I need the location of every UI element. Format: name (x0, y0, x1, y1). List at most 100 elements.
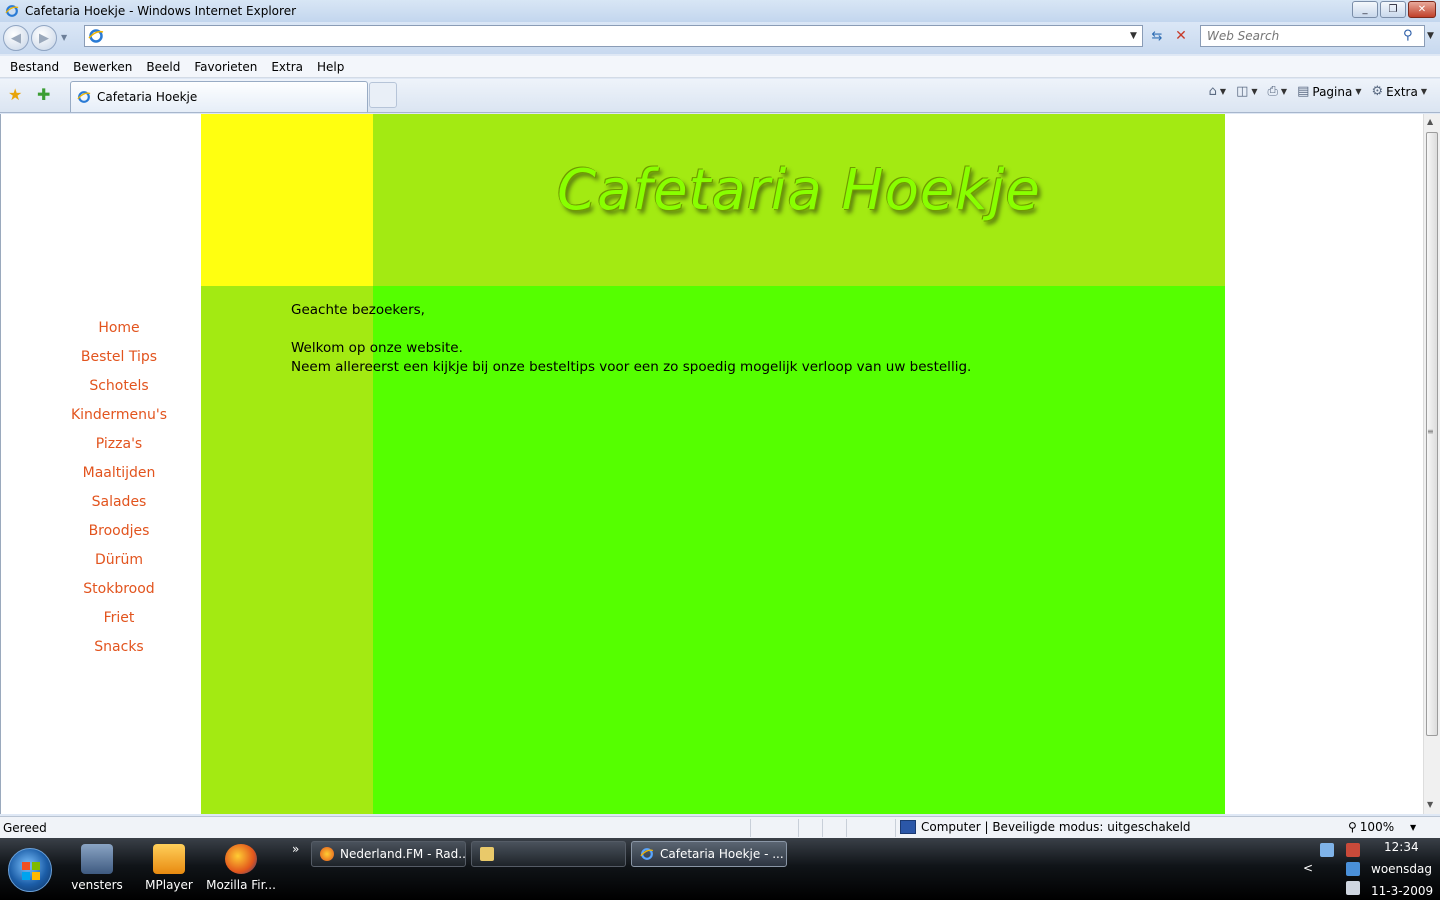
tab-ie-icon (77, 91, 91, 103)
print-button[interactable]: ⎙ ▼ (1265, 84, 1291, 99)
scroll-down-icon[interactable]: ▼ (1427, 800, 1433, 809)
nav-stokbrood[interactable]: Stokbrood (83, 579, 154, 608)
site-navigation: Home Bestel Tips Schotels Kindermenu's P… (21, 318, 217, 666)
chevron-down-icon: ▼ (1251, 87, 1258, 96)
page-icon: ▤ (1297, 84, 1310, 99)
scroll-grip-icon: ≡ (1427, 427, 1434, 436)
feeds-button[interactable]: ◫ ▼ (1233, 84, 1260, 99)
volume-icon[interactable] (1346, 881, 1360, 895)
quicklaunch-mplayer[interactable]: MPlayer (134, 844, 204, 892)
back-button[interactable]: ◀ (3, 25, 29, 51)
page-viewport: Cafetaria Hoekje Home Bestel Tips Schote… (0, 114, 1440, 814)
maximize-button[interactable]: ❐ (1380, 1, 1406, 18)
zoom-dropdown-icon[interactable]: ▼ (1410, 823, 1416, 832)
chevron-down-icon: ▼ (1355, 87, 1362, 96)
status-bar: Gereed Computer | Beveiligde modus: uitg… (0, 816, 1440, 838)
zoom-icon: ⚲ (1348, 820, 1357, 834)
security-zone[interactable]: Computer | Beveiligde modus: uitgeschake… (900, 820, 1191, 834)
favorites-star-icon[interactable]: ★ (8, 85, 22, 104)
tab-title: Cafetaria Hoekje (97, 90, 198, 104)
menu-extra[interactable]: Extra (271, 60, 303, 74)
add-favorite-icon[interactable]: ✚ (37, 85, 50, 104)
network-icon[interactable] (1346, 862, 1360, 876)
quicklaunch-label: vensters (71, 878, 123, 892)
search-icon[interactable]: ⚲ (1403, 28, 1419, 44)
tools-menu-button[interactable]: ⚙ Extra ▼ (1369, 84, 1431, 99)
site-title: Cafetaria Hoekje (557, 158, 1041, 223)
network-user-icon[interactable] (1320, 843, 1334, 857)
start-button[interactable] (8, 848, 52, 892)
show-hidden-icons-icon[interactable]: < (1303, 861, 1313, 875)
nav-broodjes[interactable]: Broodjes (89, 521, 150, 550)
nav-durum[interactable]: Dürüm (95, 550, 143, 579)
scroll-up-icon[interactable]: ▲ (1427, 117, 1433, 126)
page-ie-icon (88, 29, 104, 43)
taskbar-button-label: Cafetaria Hoekje - ... (660, 847, 784, 861)
new-tab-button[interactable] (369, 82, 397, 108)
nav-schotels[interactable]: Schotels (89, 376, 148, 405)
clock-day: woensdag (1371, 862, 1432, 876)
chevron-down-icon: ▼ (1280, 87, 1288, 96)
nav-maaltijden[interactable]: Maaltijden (83, 463, 156, 492)
security-alert-icon[interactable] (1346, 843, 1360, 857)
ie-logo-icon (640, 848, 654, 860)
nav-pizzas[interactable]: Pizza's (96, 434, 142, 463)
stop-icon: ✕ (1175, 28, 1187, 44)
nav-friet[interactable]: Friet (104, 608, 135, 637)
home-button[interactable]: ⌂ ▼ (1206, 84, 1229, 99)
computer-zone-icon (900, 820, 916, 834)
page-menu-label: Pagina (1312, 84, 1353, 99)
search-options-dropdown-icon[interactable]: ▼ (1427, 31, 1434, 41)
recent-pages-dropdown-icon[interactable]: ▼ (61, 33, 67, 42)
welcome-line: Welkom op onze website. (291, 340, 463, 356)
nav-bestel-tips[interactable]: Bestel Tips (81, 347, 157, 376)
welcome-text: Geachte bezoekers, Welkom op onze websit… (291, 301, 971, 377)
system-tray: < 12:34 woensdag 11-3-2009 (1300, 838, 1440, 900)
taskbar-button-nederland-fm[interactable]: Nederland.FM - Rad... (311, 841, 466, 867)
forward-button[interactable]: ▶ (31, 25, 57, 51)
menu-bar: Bestand Bewerken Beeld Favorieten Extra … (0, 56, 1440, 78)
nav-snacks[interactable]: Snacks (94, 637, 143, 666)
zoom-control[interactable]: ⚲ 100% (1348, 820, 1394, 834)
taskbar-button-label: Nederland.FM - Rad... (340, 847, 466, 861)
menu-bewerken[interactable]: Bewerken (73, 60, 132, 74)
intro-line: Neem allereerst een kijkje bij onze best… (291, 359, 972, 375)
minimize-button[interactable]: _ (1352, 1, 1378, 18)
windows-logo-icon (22, 862, 40, 880)
clock-date: 11-3-2009 (1371, 884, 1434, 898)
menu-help[interactable]: Help (317, 60, 344, 74)
quicklaunch-vensters[interactable]: vensters (62, 844, 132, 892)
clock-time[interactable]: 12:34 (1384, 840, 1419, 854)
title-bar: Cafetaria Hoekje - Windows Internet Expl… (0, 0, 1440, 22)
chevron-down-icon: ▼ (1219, 87, 1227, 96)
quicklaunch-firefox[interactable]: Mozilla Fir... (206, 844, 276, 892)
ie-logo-icon (5, 5, 19, 17)
rss-icon: ◫ (1236, 84, 1249, 99)
search-box[interactable] (1200, 25, 1425, 47)
close-button[interactable]: ✕ (1408, 1, 1436, 18)
nav-salades[interactable]: Salades (92, 492, 147, 521)
refresh-button[interactable]: ⇆ (1146, 25, 1168, 47)
refresh-icon: ⇆ (1151, 28, 1163, 44)
nav-kindermenus[interactable]: Kindermenu's (71, 405, 167, 434)
menu-favorieten[interactable]: Favorieten (194, 60, 257, 74)
address-dropdown-icon[interactable]: ▼ (1130, 31, 1137, 41)
taskbar-button-cafetaria-hoekje[interactable]: Cafetaria Hoekje - ... (631, 841, 787, 867)
menu-bestand[interactable]: Bestand (10, 60, 59, 74)
tab-cafetaria-hoekje[interactable]: Cafetaria Hoekje (70, 81, 368, 112)
vertical-scrollbar[interactable]: ▲ ≡ ▼ (1423, 114, 1440, 814)
address-field[interactable] (84, 25, 1143, 47)
folder-icon (480, 847, 494, 861)
site-header: Cafetaria Hoekje (373, 114, 1225, 286)
header-yellow-block (201, 114, 373, 286)
page-menu-button[interactable]: ▤ Pagina ▼ (1294, 84, 1364, 99)
stop-button[interactable]: ✕ (1170, 25, 1192, 47)
zoom-level: 100% (1359, 820, 1395, 834)
quicklaunch-overflow-icon[interactable]: » (292, 842, 299, 856)
search-input[interactable] (1201, 26, 1391, 46)
tools-menu-label: Extra (1386, 84, 1418, 99)
gear-icon: ⚙ (1371, 84, 1384, 99)
taskbar-button-folder[interactable] (471, 841, 626, 867)
nav-home[interactable]: Home (98, 318, 139, 347)
menu-beeld[interactable]: Beeld (146, 60, 180, 74)
